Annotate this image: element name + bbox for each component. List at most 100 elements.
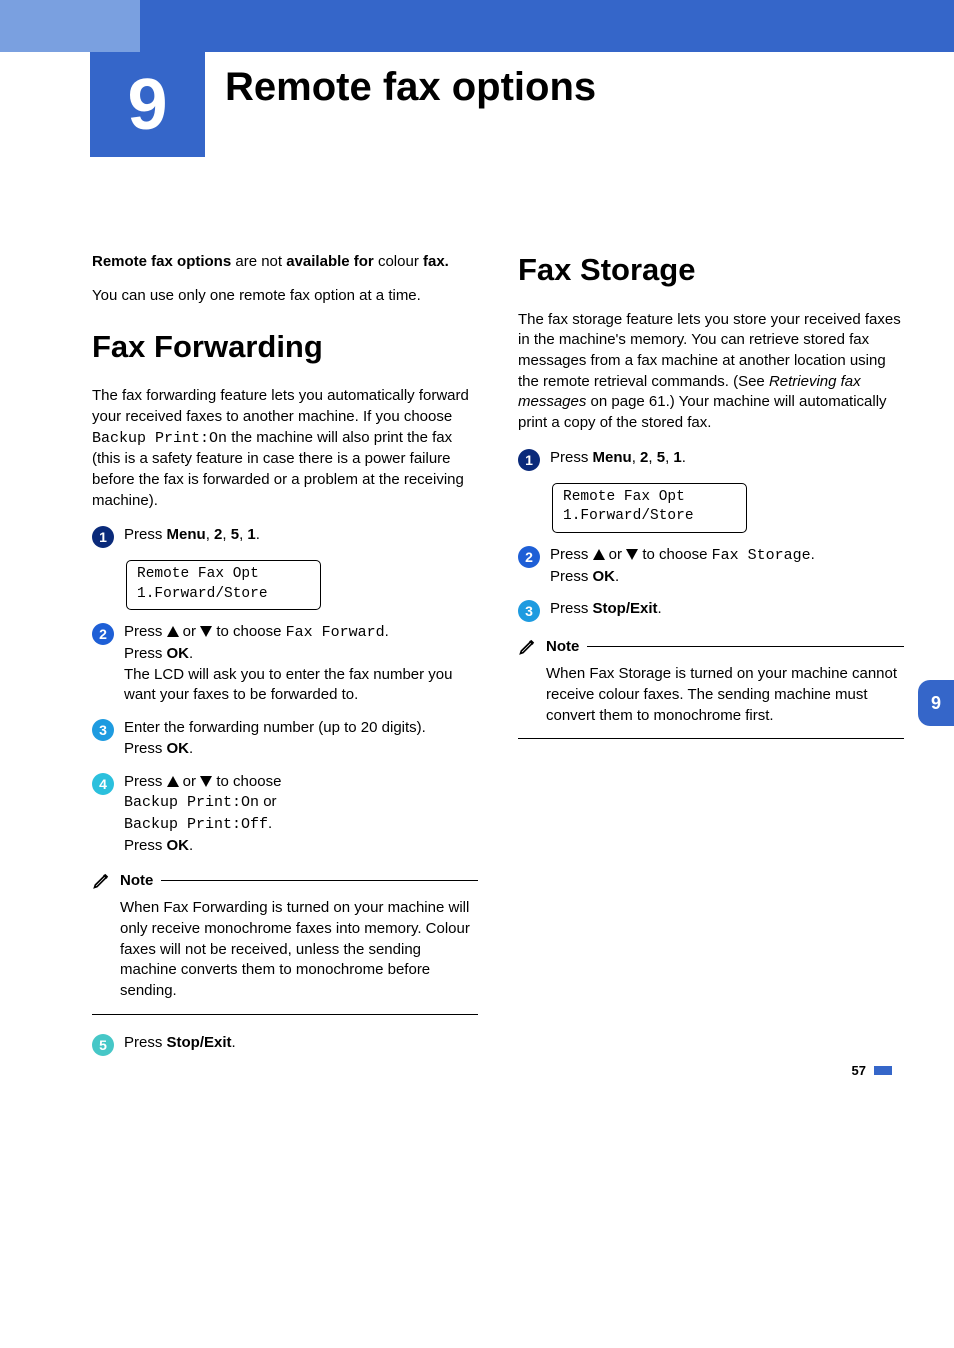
note-body-text: When Fax Forwarding is turned on your ma… bbox=[92, 890, 478, 1014]
fax-storage-intro: The fax storage feature lets you store y… bbox=[518, 310, 904, 434]
t: Press bbox=[124, 526, 167, 543]
header-bar bbox=[140, 0, 954, 52]
pencil-icon bbox=[92, 870, 112, 890]
step-number-icon: 5 bbox=[92, 1034, 114, 1056]
down-arrow-icon bbox=[200, 626, 212, 637]
fs-step-1-body: Press Menu, 2, 5, 1. bbox=[550, 448, 686, 469]
page-content: Remote fax options are not available for… bbox=[0, 52, 954, 1098]
ff-step-1-body: Press Menu, 2, 5, 1. bbox=[124, 525, 260, 546]
fax-forwarding-heading: Fax Forwarding bbox=[92, 329, 478, 365]
chapter-title: Remote fax options bbox=[225, 65, 596, 110]
t: . bbox=[658, 600, 662, 617]
ff-step-3: 3 Enter the forwarding number (up to 20 … bbox=[92, 718, 478, 759]
lcd-display: Remote Fax Opt 1.Forward/Store bbox=[552, 483, 747, 533]
t: , bbox=[206, 526, 214, 543]
t: or bbox=[605, 546, 627, 563]
t: Press bbox=[124, 837, 167, 854]
note-label: Note bbox=[120, 872, 153, 889]
t: . bbox=[385, 623, 389, 640]
intro-paragraph-1: Remote fax options are not available for… bbox=[92, 252, 478, 272]
t: Press bbox=[124, 773, 167, 790]
page-number: 57 bbox=[852, 1063, 892, 1078]
intro-bold-1: Remote fax options bbox=[92, 253, 231, 270]
t: The LCD will ask you to enter the fax nu… bbox=[124, 666, 453, 704]
ff-intro-pre: The fax forwarding feature lets you auto… bbox=[92, 387, 469, 425]
t: . bbox=[189, 740, 193, 757]
t: or bbox=[179, 773, 201, 790]
fs-note: Note When Fax Storage is turned on your … bbox=[518, 636, 904, 739]
down-arrow-icon bbox=[200, 776, 212, 787]
fs-step-3: 3 Press Stop/Exit. bbox=[518, 599, 904, 622]
up-arrow-icon bbox=[593, 549, 605, 560]
step-number-icon: 3 bbox=[92, 719, 114, 741]
right-column: Fax Storage The fax storage feature lets… bbox=[518, 252, 904, 1068]
fs-step-1: 1 Press Menu, 2, 5, 1. bbox=[518, 448, 904, 471]
t: or bbox=[179, 623, 201, 640]
t: , bbox=[222, 526, 230, 543]
lcd-display: Remote Fax Opt 1.Forward/Store bbox=[126, 560, 321, 610]
t: Stop/Exit bbox=[167, 1034, 232, 1051]
t: , bbox=[632, 449, 640, 466]
t: Press bbox=[550, 568, 593, 585]
t: . bbox=[256, 526, 260, 543]
fax-forward-intro: The fax forwarding feature lets you auto… bbox=[92, 386, 478, 511]
ff-step-4: 4 Press or to choose Backup Print:On or … bbox=[92, 772, 478, 857]
header-tab bbox=[0, 0, 140, 52]
note-header: Note bbox=[92, 870, 478, 890]
intro-text-1a: are not bbox=[231, 253, 286, 270]
up-arrow-icon bbox=[167, 776, 179, 787]
step-number-icon: 1 bbox=[518, 449, 540, 471]
note-rule bbox=[161, 880, 478, 882]
t: . bbox=[268, 815, 272, 832]
note-body-text: When Fax Storage is turned on your machi… bbox=[518, 656, 904, 739]
t: to choose bbox=[212, 623, 285, 640]
t: Press bbox=[550, 449, 593, 466]
ff-note: Note When Fax Forwarding is turned on yo… bbox=[92, 870, 478, 1014]
note-rule bbox=[587, 646, 904, 648]
t: Press bbox=[124, 1034, 167, 1051]
t: OK bbox=[167, 740, 190, 757]
t: Press bbox=[550, 600, 593, 617]
ff-intro-mono: Backup Print:On bbox=[92, 430, 227, 447]
t: OK bbox=[167, 645, 190, 662]
intro-paragraph-2: You can use only one remote fax option a… bbox=[92, 286, 478, 306]
t: to choose bbox=[212, 773, 281, 790]
ff-step-1: 1 Press Menu, 2, 5, 1. bbox=[92, 525, 478, 548]
t: Press bbox=[550, 546, 593, 563]
t: Stop/Exit bbox=[593, 600, 658, 617]
t: 5 bbox=[657, 449, 665, 466]
fax-storage-heading: Fax Storage bbox=[518, 252, 904, 288]
up-arrow-icon bbox=[167, 626, 179, 637]
ff-step-2: 2 Press or to choose Fax Forward. Press … bbox=[92, 622, 478, 706]
fs-step-3-body: Press Stop/Exit. bbox=[550, 599, 662, 620]
t: . bbox=[189, 837, 193, 854]
intro-bold-3: fax. bbox=[423, 253, 449, 270]
ff-step-5-body: Press Stop/Exit. bbox=[124, 1033, 236, 1054]
step-number-icon: 4 bbox=[92, 773, 114, 795]
t: Fax Forward bbox=[286, 624, 385, 641]
t: Menu bbox=[167, 526, 206, 543]
note-label: Note bbox=[546, 638, 579, 655]
t: Backup Print:On bbox=[124, 794, 259, 811]
t: Press bbox=[124, 623, 167, 640]
t: Press bbox=[124, 740, 167, 757]
page-number-value: 57 bbox=[852, 1063, 866, 1078]
step-number-icon: 2 bbox=[518, 546, 540, 568]
chapter-number-badge: 9 bbox=[90, 52, 205, 157]
t: or bbox=[259, 793, 277, 810]
step-number-icon: 2 bbox=[92, 623, 114, 645]
step-number-icon: 1 bbox=[92, 526, 114, 548]
t: . bbox=[615, 568, 619, 585]
fs-step-2: 2 Press or to choose Fax Storage. Press … bbox=[518, 545, 904, 587]
left-column: Remote fax options are not available for… bbox=[92, 252, 478, 1068]
t: to choose bbox=[638, 546, 711, 563]
fs-step-2-body: Press or to choose Fax Storage. Press OK… bbox=[550, 545, 815, 587]
ff-step-5: 5 Press Stop/Exit. bbox=[92, 1033, 478, 1056]
t: . bbox=[232, 1034, 236, 1051]
t: OK bbox=[593, 568, 616, 585]
t: Press bbox=[124, 645, 167, 662]
t: . bbox=[189, 645, 193, 662]
t: Backup Print:Off bbox=[124, 816, 268, 833]
t: 1 bbox=[673, 449, 681, 466]
ff-step-4-body: Press or to choose Backup Print:On or Ba… bbox=[124, 772, 281, 857]
